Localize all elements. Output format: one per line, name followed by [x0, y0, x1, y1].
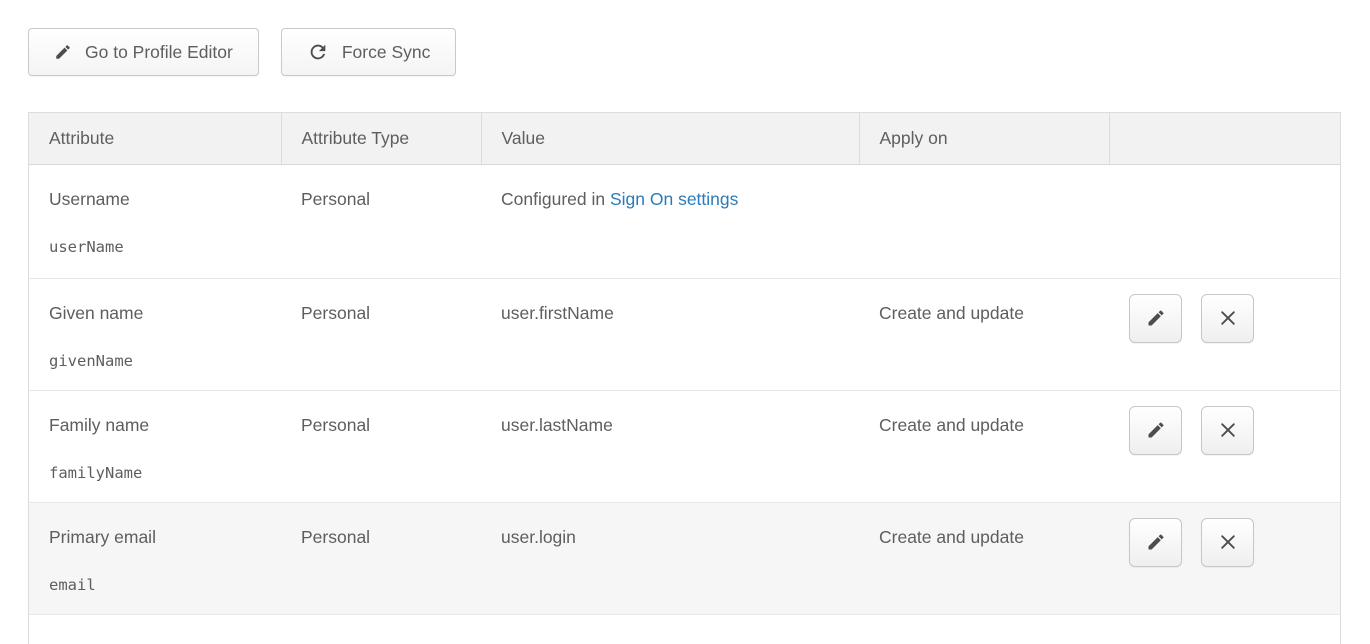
force-sync-button[interactable]: Force Sync — [281, 28, 457, 76]
close-icon — [1218, 420, 1238, 440]
column-header-actions — [1109, 113, 1340, 164]
edit-attribute-button[interactable] — [1129, 518, 1182, 567]
force-sync-label: Force Sync — [342, 42, 431, 63]
attribute-variable-name: userName — [49, 238, 271, 256]
delete-attribute-button[interactable] — [1201, 518, 1254, 567]
go-to-profile-editor-button[interactable]: Go to Profile Editor — [28, 28, 259, 76]
go-to-profile-editor-label: Go to Profile Editor — [85, 42, 233, 63]
attribute-label: Username — [49, 189, 271, 210]
apply-on-cell: Create and update — [859, 502, 1109, 614]
sign-on-settings-link[interactable]: Sign On settings — [610, 189, 738, 209]
close-icon — [1218, 308, 1238, 328]
pencil-icon — [1146, 532, 1166, 552]
table-row-family-name: Family name familyName Personal user.las… — [29, 390, 1340, 502]
apply-on-cell — [859, 164, 1109, 278]
toolbar: Go to Profile Editor Force Sync — [28, 28, 1370, 76]
attribute-variable-name: familyName — [49, 464, 271, 482]
table-row-given-name: Given name givenName Personal user.first… — [29, 278, 1340, 390]
delete-attribute-button[interactable] — [1201, 406, 1254, 455]
table-row-username: Username userName Personal Configured in… — [29, 164, 1340, 278]
value-cell: user.firstName — [481, 278, 859, 390]
close-icon — [1218, 532, 1238, 552]
row-actions — [1129, 294, 1340, 343]
refresh-icon — [307, 41, 329, 63]
edit-attribute-button[interactable] — [1129, 294, 1182, 343]
attribute-variable-name: givenName — [49, 352, 271, 370]
table-header-row: Attribute Attribute Type Value Apply on — [29, 113, 1340, 164]
pencil-icon — [1146, 308, 1166, 328]
column-header-apply-on: Apply on — [859, 113, 1109, 164]
attribute-label: Family name — [49, 415, 271, 436]
pencil-icon — [1146, 420, 1166, 440]
attribute-type-cell: Personal — [281, 390, 481, 502]
attribute-label: Given name — [49, 303, 271, 324]
pencil-icon — [54, 43, 72, 61]
attribute-type-cell: Personal — [281, 278, 481, 390]
attribute-type-cell: Personal — [281, 164, 481, 278]
row-actions — [1129, 406, 1340, 455]
attribute-variable-name: email — [49, 576, 271, 594]
attribute-label: Primary email — [49, 527, 271, 548]
apply-on-cell: Create and update — [859, 278, 1109, 390]
column-header-value: Value — [481, 113, 859, 164]
value-cell: user.lastName — [481, 390, 859, 502]
edit-attribute-button[interactable] — [1129, 406, 1182, 455]
attribute-mappings-table: Attribute Attribute Type Value Apply on … — [28, 112, 1341, 644]
table-row-partial — [29, 614, 1340, 644]
delete-attribute-button[interactable] — [1201, 294, 1254, 343]
column-header-attribute-type: Attribute Type — [281, 113, 481, 164]
attribute-mappings-page: Go to Profile Editor Force Sync Attribut… — [0, 0, 1370, 644]
attribute-type-cell: Personal — [281, 502, 481, 614]
column-header-attribute: Attribute — [29, 113, 281, 164]
value-text: Configured in — [501, 189, 610, 209]
table-row-primary-email: Primary email email Personal user.login … — [29, 502, 1340, 614]
row-actions — [1129, 518, 1340, 567]
apply-on-cell: Create and update — [859, 390, 1109, 502]
value-cell: user.login — [481, 502, 859, 614]
